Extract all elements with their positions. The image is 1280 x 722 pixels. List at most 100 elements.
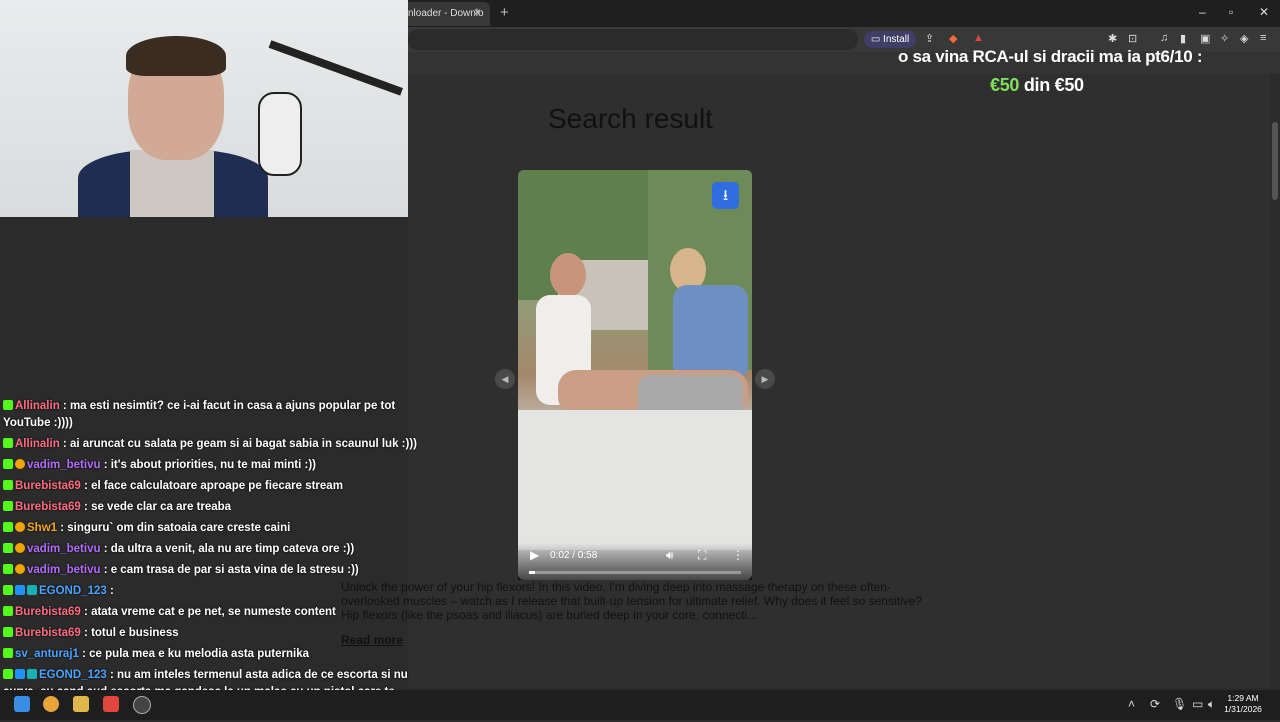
chat-text: : ma esti nesimtit? ce i-ai facut in cas… [3, 400, 396, 429]
chat-badge-icon [3, 627, 13, 637]
chat-username[interactable]: vadim_betivu [27, 459, 101, 471]
volume-icon[interactable]: 🔈︎ [1208, 697, 1215, 712]
chat-badge-icon [3, 480, 13, 490]
chat-username[interactable]: Allinalin [15, 438, 60, 450]
sync-icon[interactable]: ⟳ [1150, 697, 1160, 711]
chat-badge-icon [15, 564, 25, 574]
clock[interactable]: 1:29 AM 1/31/2026 [1222, 693, 1264, 715]
chat-message: vadim_betivu : it's about priorities, nu… [3, 457, 423, 474]
leo-icon[interactable]: ✧ [1220, 32, 1229, 45]
chat-badge-icon [3, 585, 13, 595]
chat-message: Burebista69 : se vede clar ca are treaba [3, 499, 423, 516]
clock-time: 1:29 AM [1227, 693, 1259, 703]
chat-badge-icon [3, 606, 13, 616]
chat-username[interactable]: Burebista69 [15, 627, 81, 639]
wallet-icon[interactable]: ▣ [1200, 32, 1210, 45]
next-arrow-button[interactable]: ▶ [755, 369, 775, 389]
menu-icon[interactable]: ≡ [1260, 32, 1266, 44]
chrome-icon[interactable] [43, 696, 59, 712]
chat-message: vadim_betivu : e cam trasa de par si ast… [3, 562, 423, 579]
microphone [258, 92, 302, 176]
address-bar[interactable] [408, 29, 858, 50]
chat-badge-icon [27, 669, 37, 679]
chat-text: : totul e business [80, 627, 179, 639]
screenshot-icon[interactable]: ⊡ [1128, 32, 1137, 45]
chat-message: Burebista69 : atata vreme cat e pe net, … [3, 604, 423, 621]
video-progress-bar[interactable] [529, 571, 741, 574]
chat-username[interactable]: Shw1 [27, 522, 57, 534]
chat-username[interactable]: vadim_betivu [27, 564, 101, 576]
video-time: 0:02 / 0:58 [550, 550, 598, 561]
chat-badge-icon [3, 543, 13, 553]
chat-text: : [106, 585, 114, 597]
chat-username[interactable]: EGOND_123 [39, 585, 107, 597]
chat-text: : atata vreme cat e pe net, se numeste c… [80, 606, 336, 618]
fullscreen-icon[interactable]: ⛶ [698, 548, 706, 563]
clock-date: 1/31/2026 [1224, 704, 1262, 714]
media-icon[interactable]: ♫ [1160, 32, 1168, 44]
video-player[interactable] [518, 170, 752, 580]
donation-goal-amount: €50 din €50 [990, 75, 1084, 96]
chat-username[interactable]: Burebista69 [15, 480, 81, 492]
extensions-icon[interactable]: ✱ [1108, 32, 1117, 45]
taskbar [0, 690, 1280, 720]
chat-username[interactable]: Allinalin [15, 400, 60, 412]
new-tab-button[interactable]: + [500, 4, 509, 21]
chat-username[interactable]: EGOND_123 [39, 669, 107, 681]
chat-badge-icon [3, 438, 13, 448]
network-icon[interactable]: ▭ [1192, 697, 1203, 711]
chat-message: Shw1 : singuru` om din satoaia care cres… [3, 520, 423, 537]
start-icon[interactable] [14, 696, 30, 712]
chat-badge-icon [15, 543, 25, 553]
folder-icon[interactable] [73, 696, 89, 712]
vpn-icon[interactable]: ◈ [1240, 32, 1248, 45]
more-options-icon[interactable]: ⋮ [732, 548, 744, 562]
sidebar-icon[interactable]: ▮ [1180, 32, 1186, 45]
prev-arrow-button[interactable]: ◀ [495, 369, 515, 389]
install-button[interactable]: ▭ Install [864, 31, 916, 48]
chat-message: sv_anturaj1 : ce pula mea e ku melodia a… [3, 646, 423, 663]
scroll-thumb[interactable] [1272, 122, 1278, 200]
minimize-icon[interactable]: – [1199, 5, 1206, 19]
person-hair [126, 36, 226, 76]
chat-username[interactable]: sv_anturaj1 [15, 648, 79, 660]
chat-message: Allinalin : ma esti nesimtit? ce i-ai fa… [3, 398, 423, 432]
chat-badge-icon [3, 564, 13, 574]
brave-rewards-icon[interactable]: ▲ [973, 32, 984, 44]
share-icon[interactable]: ⇪ [925, 32, 934, 45]
chat-text: : ce pula mea e ku melodia asta puternik… [78, 648, 310, 660]
chat-message: Burebista69 : totul e business [3, 625, 423, 642]
maximize-icon[interactable]: ▫ [1229, 5, 1233, 19]
download-button[interactable]: ⭳ [712, 182, 739, 209]
mic-arm [268, 40, 403, 96]
webcam-overlay [0, 0, 408, 217]
donation-separator: din [1019, 75, 1055, 95]
chat-text: : e cam trasa de par si asta vina de la … [100, 564, 359, 576]
close-window-icon[interactable]: ✕ [1259, 5, 1269, 19]
chat-text: : singuru` om din satoaia care creste ca… [57, 522, 291, 534]
chat-badge-icon [3, 459, 13, 469]
person-tee [130, 150, 214, 217]
chat-text: : se vede clar ca are treaba [80, 501, 232, 513]
chat-username[interactable]: Burebista69 [15, 606, 81, 618]
brave-shields-icon[interactable]: ◆ [949, 32, 957, 45]
play-icon[interactable]: ▶ [530, 548, 539, 562]
chat-text: : ai aruncat cu salata pe geam si ai bag… [59, 438, 417, 450]
chat-badge-icon [3, 669, 13, 679]
microphone-icon[interactable]: 🎙︎ [1172, 697, 1187, 711]
chat-username[interactable]: vadim_betivu [27, 543, 101, 555]
video-controls [518, 543, 752, 580]
brave-icon[interactable] [103, 696, 119, 712]
chat-message: Burebista69 : el face calculatoare aproa… [3, 478, 423, 495]
chat-username[interactable]: Burebista69 [15, 501, 81, 513]
page-title: Search result [548, 103, 713, 134]
chat-badge-icon [3, 648, 13, 658]
install-label: Install [883, 34, 910, 45]
chat-text: : el face calculatoare aproape pe fiecar… [80, 480, 343, 492]
volume-icon[interactable]: 🔊︎ [666, 548, 674, 563]
chevron-left-icon: ◀ [501, 374, 509, 384]
tab-close-icon[interactable]: × [474, 5, 481, 19]
obs-icon[interactable] [133, 696, 151, 714]
chevron-up-icon[interactable]: ˄ [1128, 697, 1135, 711]
chevron-right-icon: ▶ [761, 374, 769, 384]
